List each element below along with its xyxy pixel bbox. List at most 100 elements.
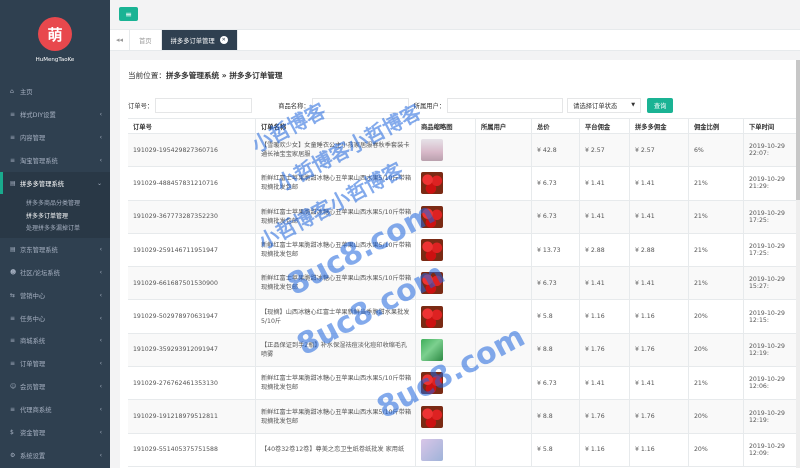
sidebar-item[interactable]: ⌂ 主页: [0, 80, 110, 103]
user-cell: [476, 134, 532, 167]
tab-pdd-orders[interactable]: 拼多多订单管理 ✕: [161, 30, 238, 50]
sidebar-item[interactable]: ≡ 内容管理 ‹: [0, 126, 110, 149]
column-header[interactable]: 平台佣金: [580, 119, 630, 133]
chevron-icon: ‹: [99, 156, 102, 164]
column-header[interactable]: 拼多多佣金: [630, 119, 689, 133]
chevron-down-icon: ▼: [631, 102, 636, 108]
commission-ratio-cell: 21%: [689, 367, 744, 400]
sidebar-item[interactable]: ▤ 拼多多管理系统 ⌄: [0, 171, 110, 195]
column-header[interactable]: 总价: [532, 119, 580, 133]
pdd-commission-cell: ¥ 1.16: [630, 300, 689, 333]
order-time-cell: 2019-10-29 12:19:: [744, 333, 800, 367]
platform-commission-cell: ¥ 1.76: [580, 400, 630, 433]
goods-name-input[interactable]: [311, 97, 409, 113]
column-header[interactable]: 订单名称: [256, 119, 416, 133]
tab-scroll-left-icon[interactable]: ◂◂: [110, 30, 130, 50]
table-row[interactable]: 191029-276762461353130 新鲜红富士苹果脆甜冰糖心丑苹果山西水…: [128, 367, 800, 401]
sidebar-item-label: 京东管理系统: [20, 246, 58, 254]
chevron-icon: ‹: [99, 451, 102, 459]
thumbnail-cell: [416, 400, 476, 433]
home-icon: ⌂: [10, 87, 14, 95]
top-bar: ≡: [110, 0, 800, 30]
query-button[interactable]: 查询: [647, 97, 674, 113]
order-no-cell: 191029-195429827360716: [128, 134, 256, 167]
order-name-text: 新鲜红富士苹果脆甜冰糖心丑苹果山西水果5/10斤带箱现摘批发包邮: [261, 242, 412, 259]
scrollbar-thumb[interactable]: [796, 60, 800, 200]
thumbnail-cell: [416, 300, 476, 333]
column-header[interactable]: 下单时间: [744, 119, 800, 133]
sidebar-item[interactable]: ▤ 京东管理系统 ‹: [0, 238, 110, 261]
commission-ratio-cell: 20%: [689, 300, 744, 333]
table-row[interactable]: 191029-359293912091947 【正品保证到手2瓶】补水保湿祛痘淡化…: [128, 333, 800, 368]
product-thumbnail[interactable]: [421, 272, 443, 295]
goods-name-label: 商品名称：: [278, 102, 310, 110]
sidebar-item[interactable]: ≡ 商城系统 ‹: [0, 330, 110, 353]
order-no-cell: 191029-488457831210716: [128, 167, 256, 200]
chevron-icon: ‹: [99, 110, 102, 118]
menu-toggle-icon[interactable]: ≡: [119, 7, 138, 21]
sidebar-item[interactable]: ⇆ 营销中心 ‹: [0, 284, 110, 307]
product-thumbnail[interactable]: [421, 372, 443, 395]
column-header[interactable]: 订单号: [128, 119, 256, 133]
order-name-text: 【现摘】山西冰糖心红富士苹果新鲜当季脆甜水果批发5/10斤: [261, 308, 410, 325]
chevron-icon: ‹: [99, 429, 102, 437]
sidebar-subitem[interactable]: 拼多多订单管理: [0, 209, 110, 222]
close-icon[interactable]: ✕: [219, 36, 228, 44]
table-row[interactable]: 191029-191218979512811 新鲜红富士苹果脆甜冰糖心丑苹果山西水…: [128, 400, 800, 434]
product-thumbnail[interactable]: [421, 205, 443, 228]
product-thumbnail[interactable]: [421, 305, 443, 328]
user-cell: [476, 300, 532, 333]
order-time-cell: 2019-10-29 17:25:: [744, 200, 800, 233]
sidebar-subitem[interactable]: 拼多多商品分类管理: [0, 196, 110, 209]
table-row[interactable]: 191029-551405375751588 【40卷32卷12卷】尊美之恋卫生纸…: [128, 433, 800, 467]
status-select[interactable]: 请选择订单状态 ▼: [567, 97, 642, 113]
sidebar-subitem[interactable]: 处理拼多多漏掉订单: [0, 221, 110, 234]
order-no-input[interactable]: [155, 97, 253, 113]
order-no-cell: 191029-259146711951947: [128, 233, 256, 267]
table-row[interactable]: 191029-488457831210716 新鲜红富士苹果脆甜冰糖心丑苹果山西水…: [128, 167, 800, 201]
sidebar-item[interactable]: ☻ 社区/论坛系统 ‹: [0, 261, 110, 284]
list-icon: ≡: [10, 360, 16, 368]
pdd-commission-cell: ¥ 1.16: [630, 433, 689, 466]
product-thumbnail[interactable]: [421, 405, 443, 428]
column-header[interactable]: 商品缩略图: [416, 119, 476, 133]
column-header[interactable]: 所属用户: [476, 119, 532, 133]
product-thumbnail[interactable]: [421, 139, 443, 162]
sidebar-item[interactable]: ≡ 订单管理 ‹: [0, 352, 110, 375]
order-name-cell: 新鲜红富士苹果脆甜冰糖心丑苹果山西水果5/10斤带箱现摘批发包邮: [256, 167, 416, 200]
chart-icon: ▤: [10, 179, 16, 187]
table-row[interactable]: 191029-259146711951947 新鲜红富士苹果脆甜冰糖心丑苹果山西水…: [128, 233, 800, 268]
sidebar-item[interactable]: ≡ 代理商系统 ‹: [0, 398, 110, 421]
sidebar-item[interactable]: ≡ 任务中心 ‹: [0, 307, 110, 330]
logo[interactable]: 萌: [38, 17, 72, 51]
user-input[interactable]: [447, 97, 564, 113]
table-row[interactable]: 191029-502978970631947 【现摘】山西冰糖心红富士苹果新鲜当季…: [128, 300, 800, 334]
product-thumbnail[interactable]: [421, 239, 443, 262]
chevron-icon: ‹: [99, 406, 102, 414]
tab-label: 拼多多订单管理: [170, 37, 215, 45]
sidebar-item[interactable]: ≡ 样式DIY设置 ‹: [0, 103, 110, 126]
table-row[interactable]: 191029-661687501530900 新鲜红富士苹果脆甜冰糖心丑苹果山西水…: [128, 267, 800, 301]
sidebar-item[interactable]: ☺ 会员管理 ‹: [0, 375, 110, 398]
order-time-cell: 2019-10-29 12:09:: [744, 433, 800, 466]
column-header[interactable]: 佣金比例: [689, 119, 744, 133]
table-row[interactable]: 191029-195429827360716 【雪暖欢少女】女童睡衣公主小孩家居服…: [128, 134, 800, 168]
order-name-text: 新鲜红富士苹果脆甜冰糖心丑苹果山西水果5/10斤带箱现摘批发包邮: [261, 408, 412, 425]
user-cell: [476, 167, 532, 200]
platform-commission-cell: ¥ 1.16: [580, 433, 630, 466]
sidebar-item[interactable]: ≡ 淘宝管理系统 ‹: [0, 149, 110, 172]
order-name-text: 【雪暖欢少女】女童睡衣公主小孩家居服春秋季套装卡通长袖宝宝家居服: [261, 142, 410, 159]
product-thumbnail[interactable]: [421, 338, 443, 361]
chevron-icon: ‹: [99, 133, 102, 141]
sidebar-item[interactable]: $ 资金管理 ‹: [0, 421, 110, 444]
table-row[interactable]: 191029-367773287352230 新鲜红富士苹果脆甜冰糖心丑苹果山西水…: [128, 200, 800, 234]
total-cell: ¥ 8.8: [532, 333, 580, 367]
sidebar-item[interactable]: ⚙ 系统设置 ‹: [0, 444, 110, 467]
order-time-cell: 2019-10-29 15:27:: [744, 267, 800, 300]
product-thumbnail[interactable]: [421, 438, 443, 461]
tab-home[interactable]: 首页: [130, 30, 162, 50]
order-no-label: 订单号：: [128, 102, 154, 110]
product-thumbnail[interactable]: [421, 172, 443, 195]
total-cell: ¥ 6.73: [532, 200, 580, 233]
sidebar-item-label: 淘宝管理系统: [20, 157, 58, 165]
